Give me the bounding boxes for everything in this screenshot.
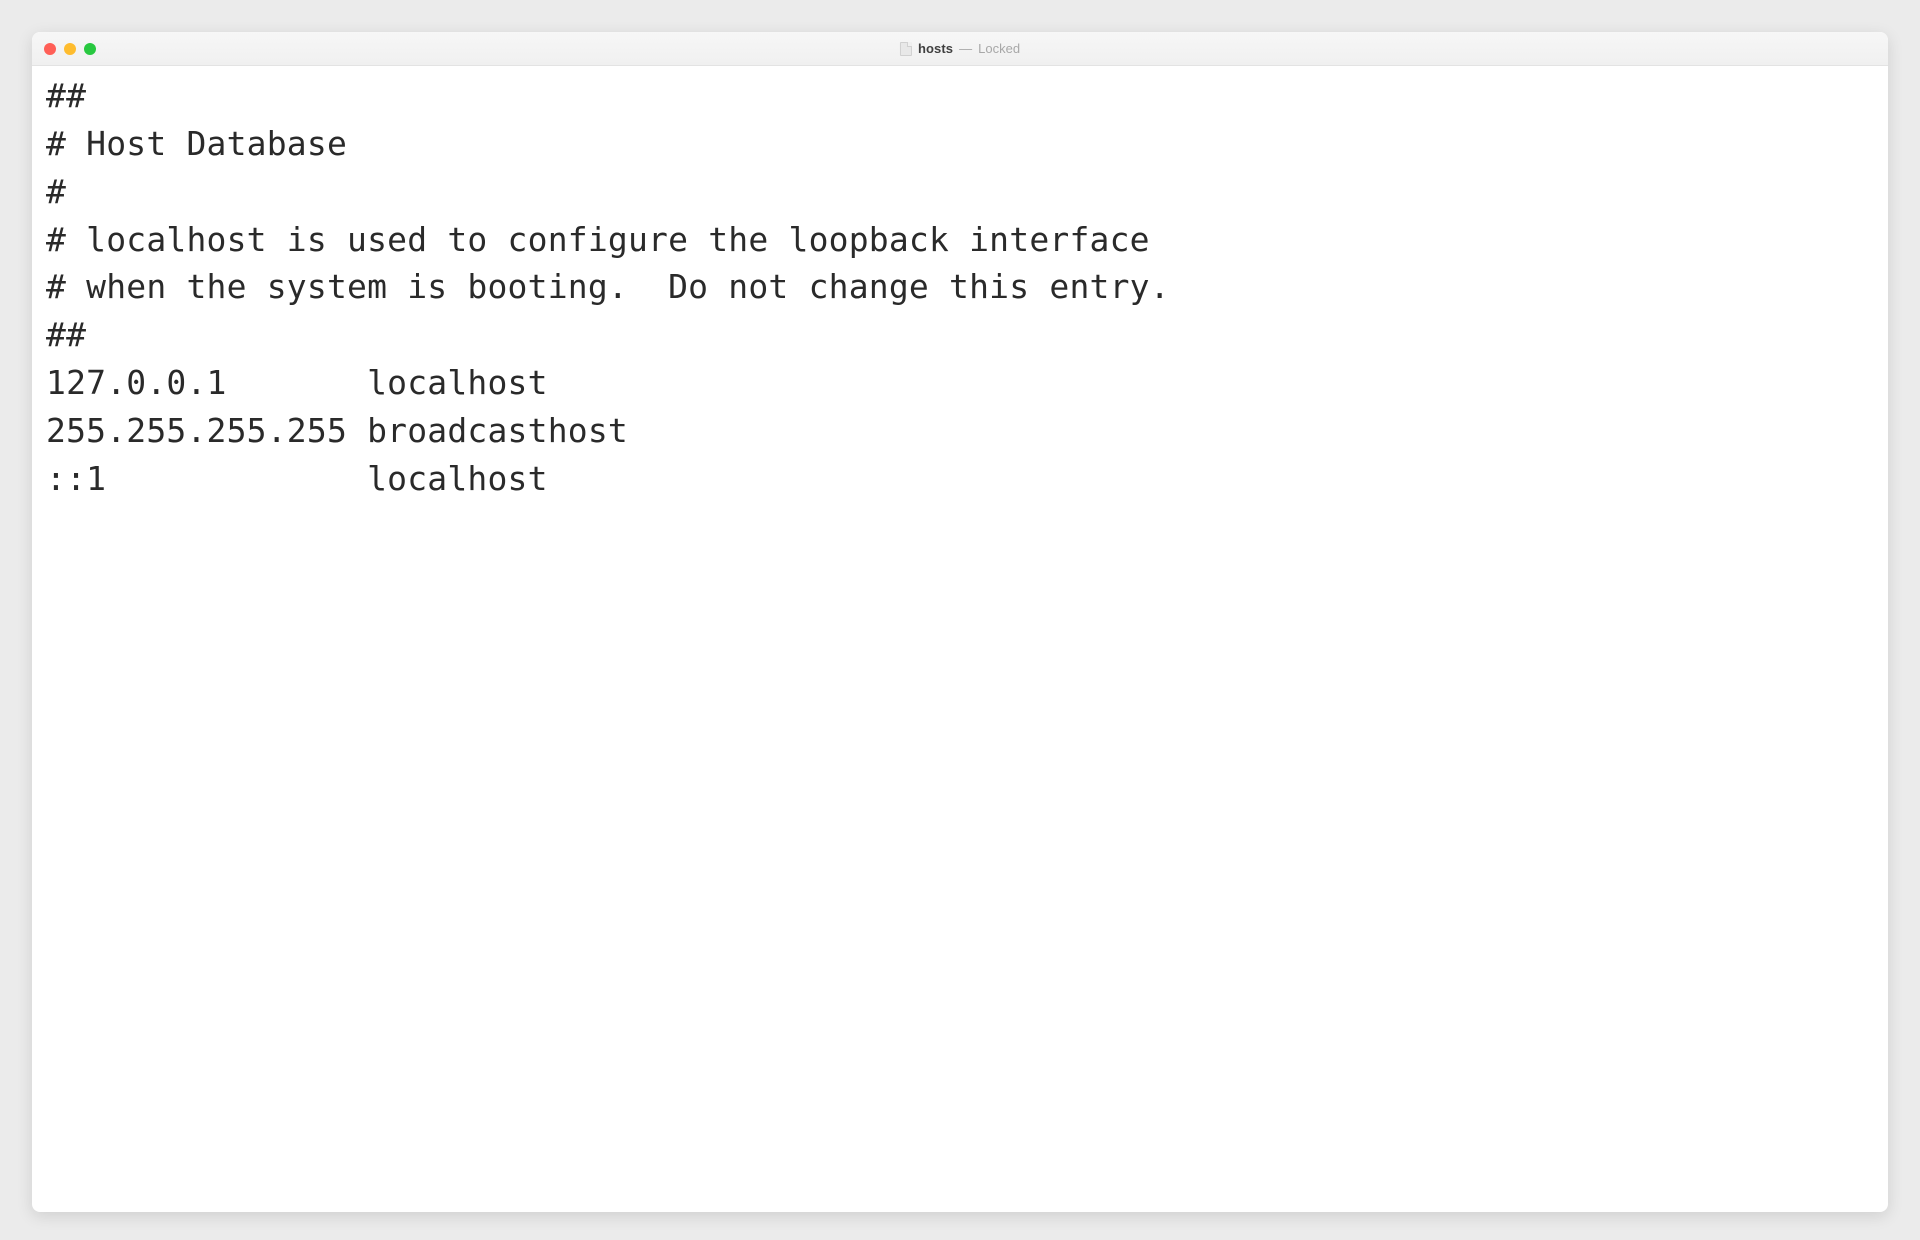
title-separator: — [959,41,972,56]
minimize-icon[interactable] [64,43,76,55]
title-status: Locked [978,41,1020,56]
traffic-lights [32,43,96,55]
document-icon [900,42,912,56]
window-titlebar[interactable]: hosts — Locked [32,32,1888,66]
window-title: hosts — Locked [900,41,1020,56]
title-filename: hosts [918,41,953,56]
editor-window: hosts — Locked ## # Host Database # # lo… [32,32,1888,1212]
maximize-icon[interactable] [84,43,96,55]
editor-content[interactable]: ## # Host Database # # localhost is used… [32,66,1888,1212]
close-icon[interactable] [44,43,56,55]
